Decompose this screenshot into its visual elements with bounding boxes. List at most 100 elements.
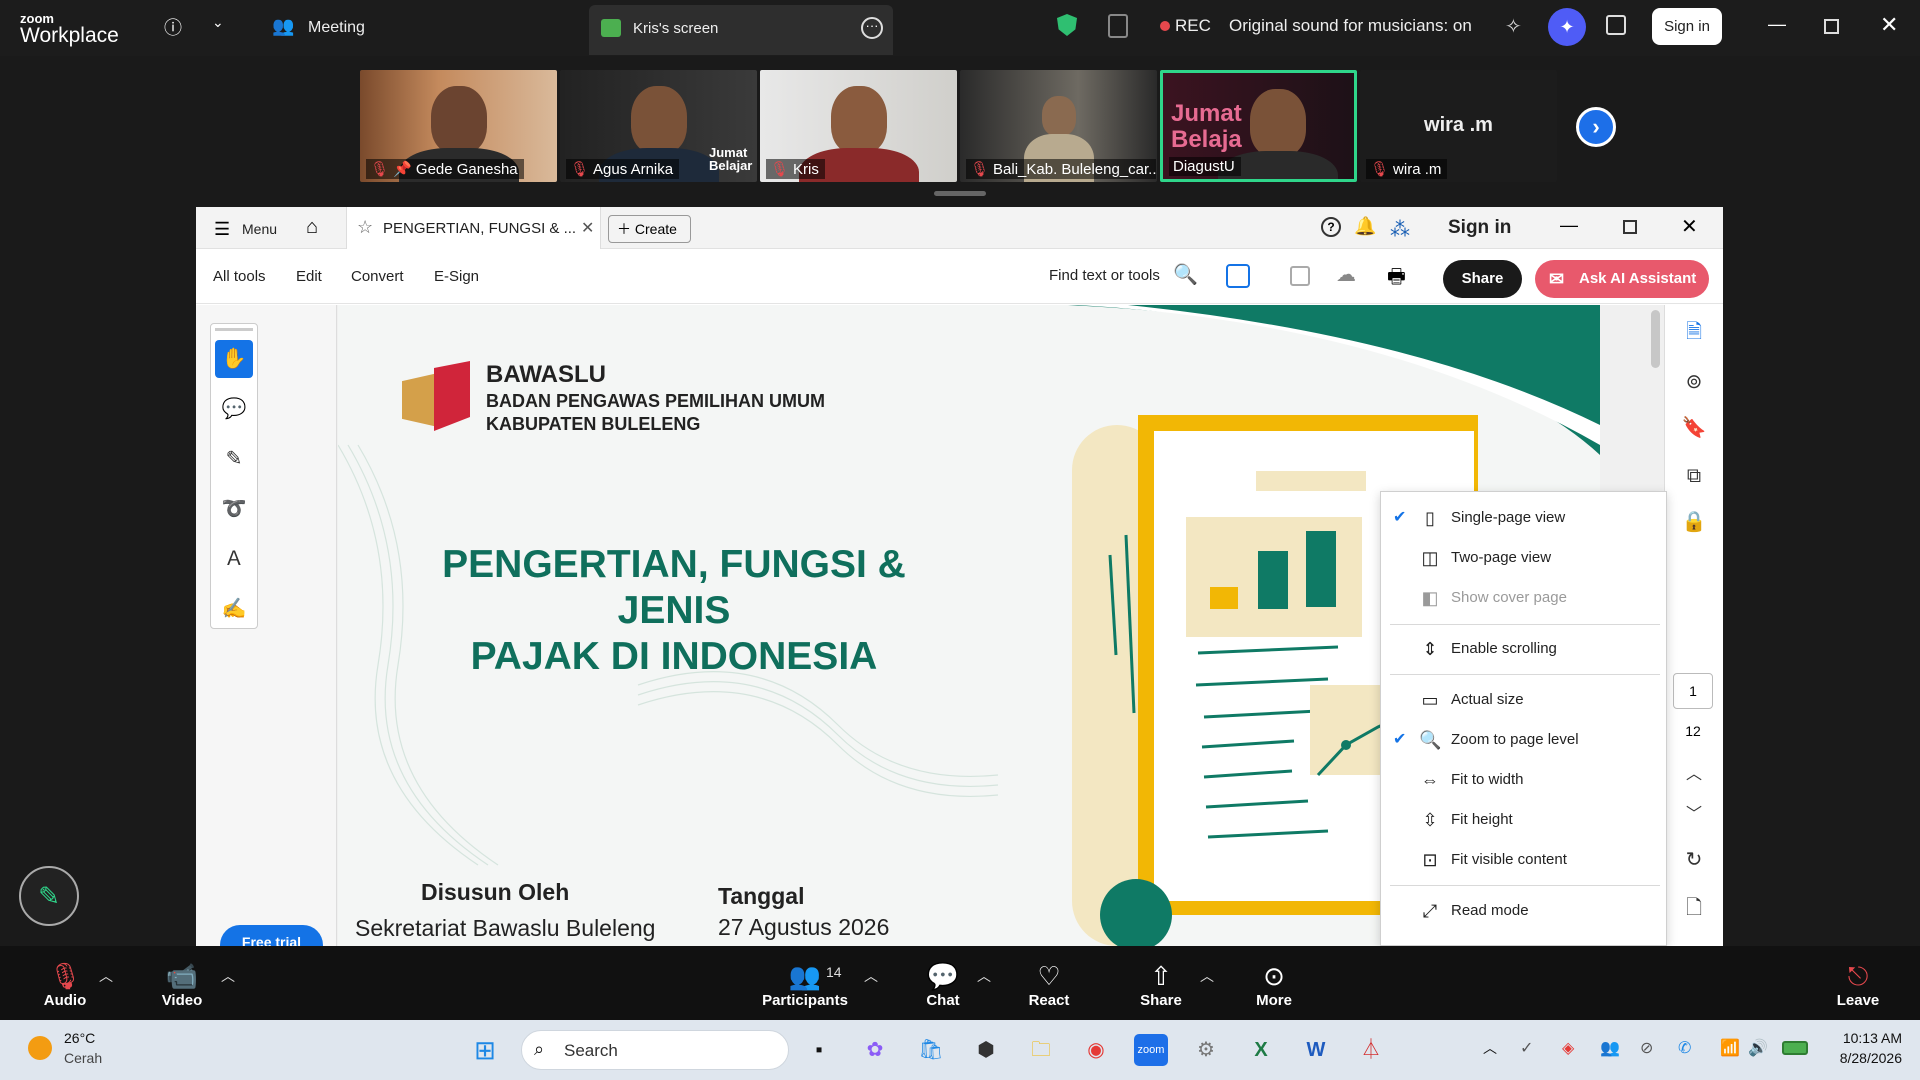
ask-ai-assistant-button[interactable]: ✉ Ask AI Assistant <box>1535 260 1709 298</box>
page-view-icon[interactable]: 🗋 <box>1679 893 1709 923</box>
tray-icon[interactable]: ⊘ <box>1640 1038 1653 1058</box>
participant-tile[interactable]: 🎙 Bali_Kab. Buleleng_car... <box>960 70 1157 182</box>
find-text-button[interactable]: Find text or tools <box>1049 267 1160 284</box>
tray-icon[interactable]: ◈ <box>1562 1038 1574 1058</box>
word-icon[interactable]: W <box>1299 1034 1333 1066</box>
bookmark-icon[interactable]: 🔖 <box>1679 413 1709 443</box>
highlight-tool-icon[interactable]: ✎ <box>215 440 253 478</box>
sign-tool-icon[interactable]: ✍ <box>215 590 253 628</box>
menu-item-two-page-view[interactable]: ◫ Two-page view <box>1381 538 1666 578</box>
acrobat-sign-in[interactable]: Sign in <box>1448 217 1511 239</box>
store-icon[interactable]: 🛍 <box>914 1034 948 1066</box>
cloud-upload-icon[interactable]: ☁ <box>1336 262 1356 287</box>
chrome-icon[interactable]: ◉ <box>1079 1034 1113 1066</box>
home-icon[interactable]: ⌂ <box>306 216 318 239</box>
meeting-tab[interactable]: Meeting <box>308 19 365 37</box>
chat-options-icon[interactable]: ︿ <box>977 966 991 986</box>
participant-tile[interactable]: wira .m 🎙 wira .m <box>1360 70 1557 182</box>
taskbar-search[interactable]: ⌕ Search <box>521 1030 789 1070</box>
clock-time[interactable]: 10:13 AM <box>1832 1030 1902 1046</box>
participant-tile[interactable]: 🎙 Kris <box>760 70 957 182</box>
excel-icon[interactable]: X <box>1244 1034 1278 1066</box>
teams-icon[interactable]: 👥 <box>1600 1038 1620 1058</box>
chevron-down-icon[interactable]: ⌄ <box>212 14 224 31</box>
next-page-arrow-icon[interactable]: › <box>1576 107 1616 147</box>
shield-icon[interactable] <box>1057 14 1077 36</box>
chevron-down-icon[interactable]: ﹀ <box>1679 800 1709 830</box>
close-icon[interactable]: ✕ <box>1880 12 1898 38</box>
edit-tab[interactable]: Edit <box>296 268 322 285</box>
original-sound-status[interactable]: Original sound for musicians: on <box>1229 16 1472 36</box>
more-button[interactable]: ⊙ More <box>1249 960 1299 1009</box>
file-explorer-icon[interactable]: 🗀 <box>1024 1034 1058 1066</box>
esign-tab[interactable]: E-Sign <box>434 268 479 285</box>
clock-date[interactable]: 8/28/2026 <box>1822 1050 1902 1066</box>
hand-tool-icon[interactable]: ✋ <box>215 340 253 378</box>
weather-temp[interactable]: 26°C <box>64 1030 95 1046</box>
settings-icon[interactable]: ⚙ <box>1189 1034 1223 1066</box>
wifi-icon[interactable]: 📶 <box>1720 1038 1740 1058</box>
help-icon[interactable]: ? <box>1321 217 1341 237</box>
acrobat-app-icon[interactable]: ⏃ <box>1354 1034 1388 1066</box>
menu-item-zoom-to-page-level[interactable]: ✔ 🔍 Zoom to page level <box>1381 720 1666 760</box>
participants-options-icon[interactable]: ︿ <box>864 966 878 986</box>
share-screen-button[interactable]: ⇧ Share <box>1136 960 1186 1009</box>
star-icon[interactable]: ☆ <box>357 217 373 238</box>
weather-sun-icon[interactable] <box>28 1036 52 1060</box>
tray-icon[interactable]: ✓ <box>1520 1038 1533 1058</box>
video-button[interactable]: 📹 Video <box>157 960 207 1009</box>
attachment-icon[interactable]: ⊚ <box>1679 367 1709 397</box>
restore-icon[interactable] <box>1824 19 1839 34</box>
annotate-pencil-icon[interactable]: ✎ <box>19 866 79 926</box>
zoom-app-icon[interactable]: zoom <box>1134 1034 1168 1066</box>
audio-button[interactable]: 🎙 Audio <box>40 960 90 1009</box>
comment-panel-icon[interactable]: 🗎 <box>1679 317 1709 347</box>
copilot-icon[interactable]: ✿ <box>858 1034 892 1066</box>
text-box-tool-icon[interactable]: Ａ <box>215 540 253 578</box>
magic-wand-icon[interactable]: ✧ <box>1505 14 1522 39</box>
save-icon[interactable] <box>1290 266 1310 286</box>
print-icon[interactable]: 🖶 <box>1387 262 1406 296</box>
menu-item-enable-scrolling[interactable]: ⇕ Enable scrolling <box>1381 629 1666 669</box>
participant-tile[interactable]: Jumat Belajar 🎙 Agus Arnika <box>560 70 757 182</box>
all-tools-tab[interactable]: All tools <box>213 268 266 285</box>
vertical-scrollbar[interactable] <box>1651 310 1660 368</box>
leave-button[interactable]: ⎋ Leave <box>1833 960 1883 1009</box>
search-icon[interactable]: 🔍 <box>1173 262 1198 287</box>
protect-icon[interactable]: 🔒 <box>1679 507 1709 537</box>
bell-icon[interactable]: 🔔 <box>1354 216 1376 237</box>
comment-tool-icon[interactable]: 💬 <box>215 390 253 428</box>
menu-item-fit-visible-content[interactable]: ⊡ Fit visible content <box>1381 840 1666 880</box>
rec-label[interactable]: REC <box>1175 16 1211 36</box>
participant-tile-active[interactable]: Jumat Belaja DiagustU <box>1160 70 1357 182</box>
windows-start-icon[interactable]: ⊞ <box>468 1034 502 1066</box>
menu-item-fit-to-width[interactable]: ⇔ Fit to width <box>1381 760 1666 800</box>
volume-icon[interactable]: 🔊 <box>1748 1038 1768 1058</box>
convert-tab[interactable]: Convert <box>351 268 404 285</box>
resize-handle[interactable] <box>934 191 986 196</box>
ai-companion-icon[interactable]: ✦ <box>1548 8 1586 46</box>
generate-icon[interactable] <box>1226 264 1250 288</box>
info-icon[interactable]: ⓘ <box>164 14 182 40</box>
tray-icon[interactable]: ✆ <box>1678 1038 1691 1058</box>
acrobat-close-icon[interactable]: ✕ <box>1681 214 1698 239</box>
hamburger-icon[interactable]: ☰ <box>214 219 230 240</box>
share-button[interactable]: Share <box>1443 260 1522 298</box>
acrobat-minimize-icon[interactable]: — <box>1560 215 1578 236</box>
menu-item-single-page-view[interactable]: ✔ ▯ Single-page view <box>1381 498 1666 538</box>
chevron-up-icon[interactable]: ︿ <box>1679 760 1709 790</box>
audio-options-icon[interactable]: ︿ <box>99 966 113 986</box>
battery-icon[interactable] <box>1782 1041 1808 1055</box>
chevron-up-icon[interactable]: ︿ <box>1483 1038 1497 1058</box>
participant-tile[interactable]: 🎙 📌 Gede Ganesha <box>360 70 557 182</box>
menu-item-actual-size[interactable]: ▭ Actual size <box>1381 680 1666 720</box>
pages-icon[interactable]: ⧉ <box>1679 461 1709 491</box>
weather-desc[interactable]: Cerah <box>64 1050 102 1066</box>
menu-item-read-mode[interactable]: ⤢ Read mode <box>1381 891 1666 931</box>
screen-share-tab[interactable]: Kris's screen ··· <box>589 5 893 55</box>
rotate-icon[interactable]: ↻ <box>1679 845 1709 875</box>
task-view-icon[interactable]: ▪ <box>802 1034 836 1066</box>
acrobat-restore-icon[interactable] <box>1623 220 1637 234</box>
create-button[interactable]: ＋ Create <box>608 215 691 243</box>
page-number-input[interactable]: 1 <box>1673 673 1713 709</box>
